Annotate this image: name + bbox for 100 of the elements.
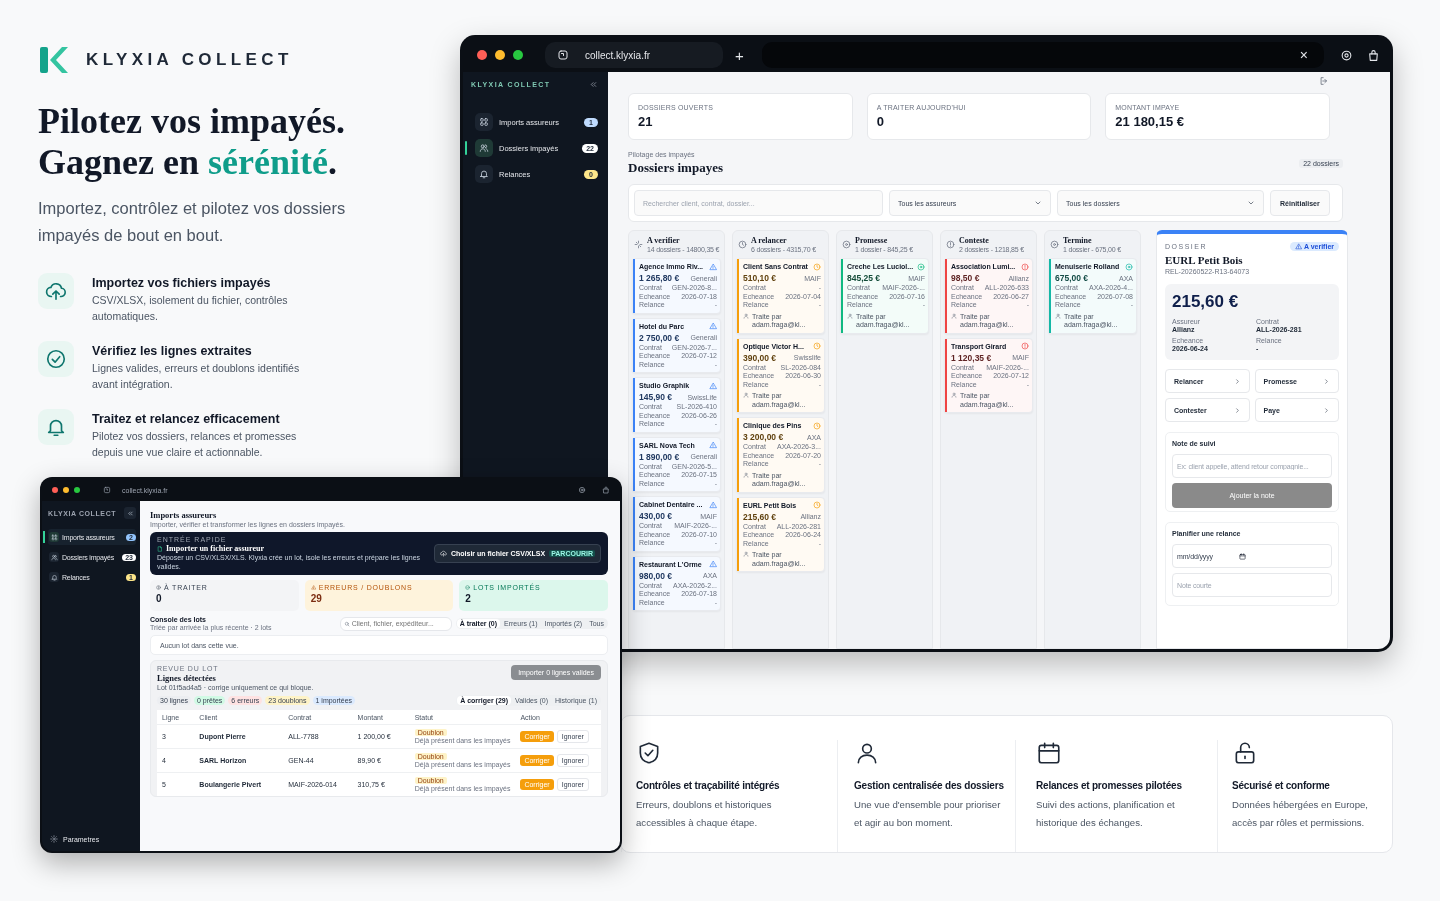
chevron-right-icon bbox=[1323, 377, 1330, 385]
amount: 430,00 € bbox=[639, 511, 673, 521]
close-dot[interactable] bbox=[52, 487, 58, 493]
upload-icon bbox=[45, 280, 67, 302]
amount: 980,00 € bbox=[639, 570, 673, 581]
benefit-text: Une vue d'ensemble pour prioriser et agir au bon moment. bbox=[854, 798, 1002, 830]
dot-circle-icon bbox=[917, 262, 925, 271]
stat-value: 0 bbox=[876, 114, 885, 129]
amount: 1 265,80 € bbox=[639, 273, 680, 283]
info-icon bbox=[946, 240, 955, 249]
person-icon bbox=[847, 312, 853, 319]
tab-icon bbox=[557, 49, 569, 61]
users-icon bbox=[50, 553, 58, 561]
warning-icon bbox=[310, 585, 316, 590]
clock-icon bbox=[813, 342, 821, 350]
new-tab-button[interactable]: + bbox=[735, 46, 744, 64]
search-icon bbox=[343, 620, 350, 627]
info-icon bbox=[156, 585, 161, 590]
file-icon bbox=[157, 545, 163, 552]
tab-icon bbox=[103, 486, 111, 494]
person-icon bbox=[743, 551, 749, 557]
warning-icon bbox=[1294, 243, 1302, 250]
benefit-title: Gestion centralisée des dossiers bbox=[854, 780, 1005, 791]
calendar-icon bbox=[1238, 552, 1246, 560]
grid-icon bbox=[479, 117, 489, 127]
info-icon bbox=[1021, 342, 1029, 350]
amount: 1 890,00 € bbox=[639, 451, 680, 462]
person-icon bbox=[743, 471, 749, 478]
address-bar[interactable]: × bbox=[761, 42, 1324, 68]
grid-icon bbox=[50, 533, 58, 541]
page-title: Imports assureurs bbox=[150, 510, 218, 520]
maximize-dot[interactable] bbox=[513, 50, 523, 60]
benefit-text: Erreurs, doublons et historiques accessibles à chaque étape. bbox=[636, 798, 773, 830]
chevron-right-icon bbox=[1233, 377, 1241, 385]
clock-icon bbox=[813, 501, 821, 509]
person-icon bbox=[951, 312, 957, 319]
amount: 675,00 € bbox=[1055, 273, 1089, 283]
users-icon bbox=[479, 143, 489, 153]
dot-circle-icon bbox=[1050, 240, 1059, 249]
dot-circle-icon bbox=[1125, 262, 1133, 271]
person-icon bbox=[951, 392, 957, 398]
check-circle-icon bbox=[465, 585, 471, 590]
feature-text: CSV/XLSX, isolement du fichier, contrôles automatiques. bbox=[92, 293, 289, 324]
logout-icon[interactable] bbox=[1319, 76, 1329, 86]
benefit-text: Suivi des actions, planification et historique des échanges. bbox=[1036, 798, 1176, 830]
warning-icon bbox=[709, 560, 717, 568]
collapse-icon[interactable] bbox=[589, 80, 598, 89]
maximize-dot[interactable] bbox=[74, 487, 80, 493]
calendar-icon bbox=[1036, 740, 1062, 766]
benefit-title: Contrôles et traçabilité intégrés bbox=[636, 780, 781, 791]
minimize-dot[interactable] bbox=[495, 50, 505, 60]
warning-icon bbox=[709, 262, 717, 271]
logo-icon bbox=[38, 45, 68, 75]
check-circle-icon bbox=[45, 348, 67, 370]
banner-title: Importer un fichier assureur bbox=[166, 544, 264, 553]
chevron-right-icon bbox=[1233, 406, 1241, 414]
stat-value: 21 180,15 € bbox=[1115, 114, 1185, 129]
column-title: Conteste bbox=[959, 236, 990, 245]
column-title: A relancer bbox=[751, 236, 788, 245]
browser-tab[interactable]: collect.klyxia.fr bbox=[545, 42, 723, 68]
dossier-amount: 215,60 € bbox=[1172, 292, 1240, 312]
feature-title: Traitez et relancez efficacement bbox=[92, 412, 281, 426]
stat-value: 0 bbox=[156, 593, 163, 604]
stat-value: 29 bbox=[310, 593, 323, 604]
collapse-button[interactable] bbox=[124, 507, 136, 519]
collapse-icon bbox=[126, 509, 134, 517]
hero-title: Pilotez vos impayés. Gagnez en sérénité. bbox=[38, 101, 346, 183]
dossier-title: EURL Petit Bois bbox=[1165, 254, 1244, 266]
hero-subtitle: Importez, contrôlez et pilotez vos dossiers impayés de bout en bout. bbox=[38, 198, 347, 246]
address-text: collect.klyxia.fr bbox=[585, 49, 650, 61]
info-icon bbox=[1021, 262, 1029, 271]
close-tab-button[interactable]: × bbox=[1299, 47, 1308, 63]
bell-icon bbox=[479, 169, 489, 179]
dot-circle-icon bbox=[842, 240, 851, 249]
column-title: A verifier bbox=[647, 236, 681, 245]
bag-icon[interactable] bbox=[1367, 48, 1380, 62]
person-icon bbox=[743, 312, 749, 319]
column-title: Promesse bbox=[855, 236, 889, 245]
benefit-title: Sécurisé et conforme bbox=[1232, 780, 1331, 791]
person-icon bbox=[743, 392, 749, 398]
amount: 2 750,00 € bbox=[639, 332, 680, 343]
chevron-down-icon bbox=[1247, 199, 1255, 207]
section-title: Lignes détectées bbox=[157, 673, 217, 683]
amount: 98,50 € bbox=[951, 273, 980, 283]
minimize-dot[interactable] bbox=[63, 487, 69, 493]
close-dot[interactable] bbox=[477, 50, 487, 60]
bell-icon bbox=[50, 573, 58, 581]
benefit-text: Données hébergées en Europe, accès par rôles et permissions. bbox=[1232, 798, 1369, 830]
feature-text: Pilotez vos dossiers, relances et promesses depuis une vue claire et actionnable. bbox=[92, 429, 298, 460]
warning-icon bbox=[709, 322, 717, 330]
column-title: Termine bbox=[1063, 236, 1093, 245]
page-title: Dossiers impayes bbox=[628, 160, 723, 176]
feature-title: Importez vos fichiers impayés bbox=[92, 276, 272, 290]
settings-icon bbox=[50, 835, 58, 843]
amount: 845,25 € bbox=[847, 273, 881, 283]
amount: 145,90 € bbox=[639, 392, 673, 402]
amount: 510,10 € bbox=[743, 273, 777, 283]
warning-icon bbox=[709, 381, 717, 390]
amount: 3 200,00 € bbox=[743, 432, 784, 442]
stat-value: 2 bbox=[465, 593, 472, 604]
